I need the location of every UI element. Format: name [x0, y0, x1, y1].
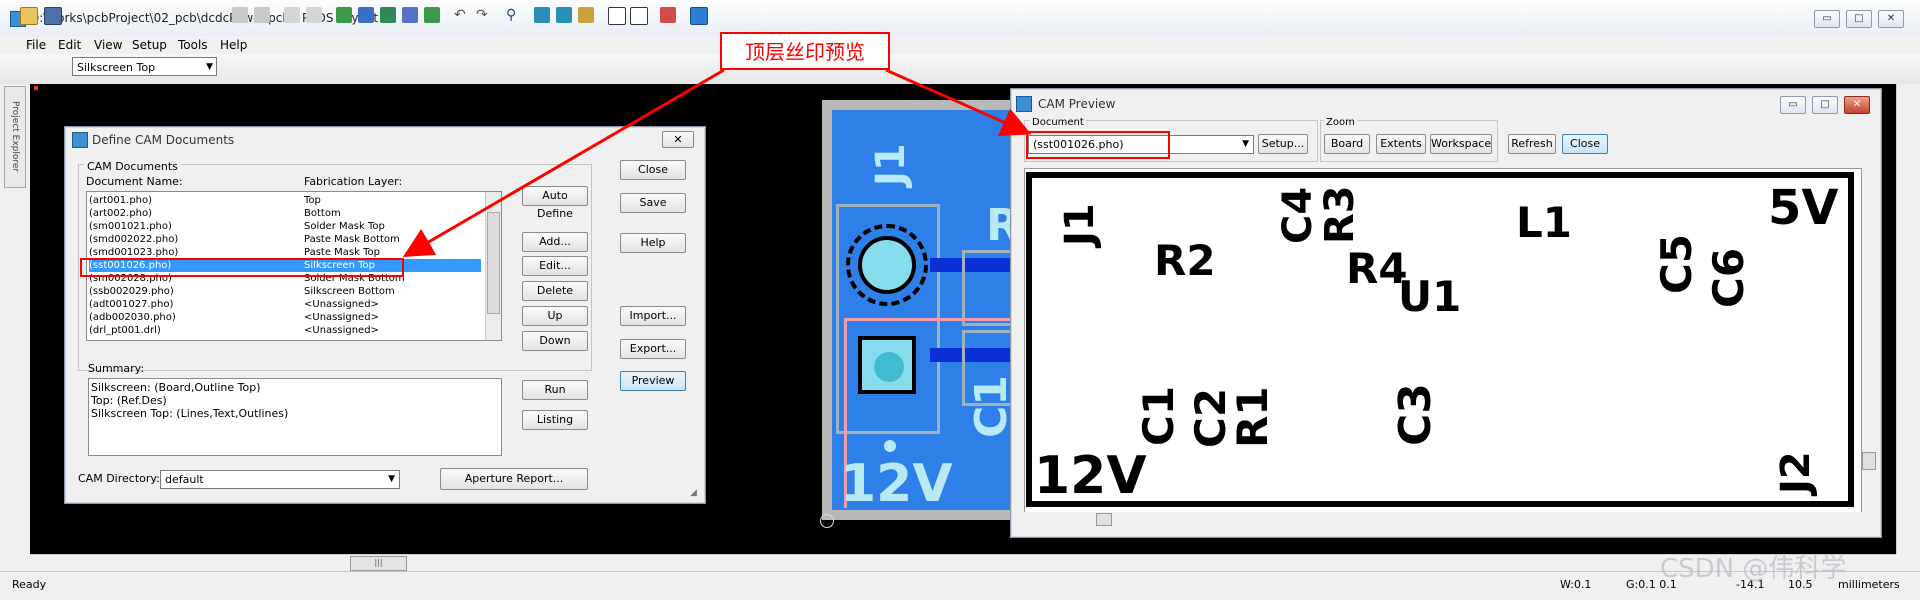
annotation-callout: 顶层丝印预览 [720, 32, 890, 70]
annotation-arrow-to-list [402, 68, 725, 258]
watermark: CSDN @伟科学 [1660, 554, 1847, 584]
status-ready: Ready [12, 578, 47, 591]
annotation-arrows [402, 68, 1032, 258]
status-units: millimeters [1838, 578, 1900, 591]
status-width: W:0.1 [1560, 578, 1592, 591]
annotation-arrow-to-preview [885, 68, 1032, 136]
